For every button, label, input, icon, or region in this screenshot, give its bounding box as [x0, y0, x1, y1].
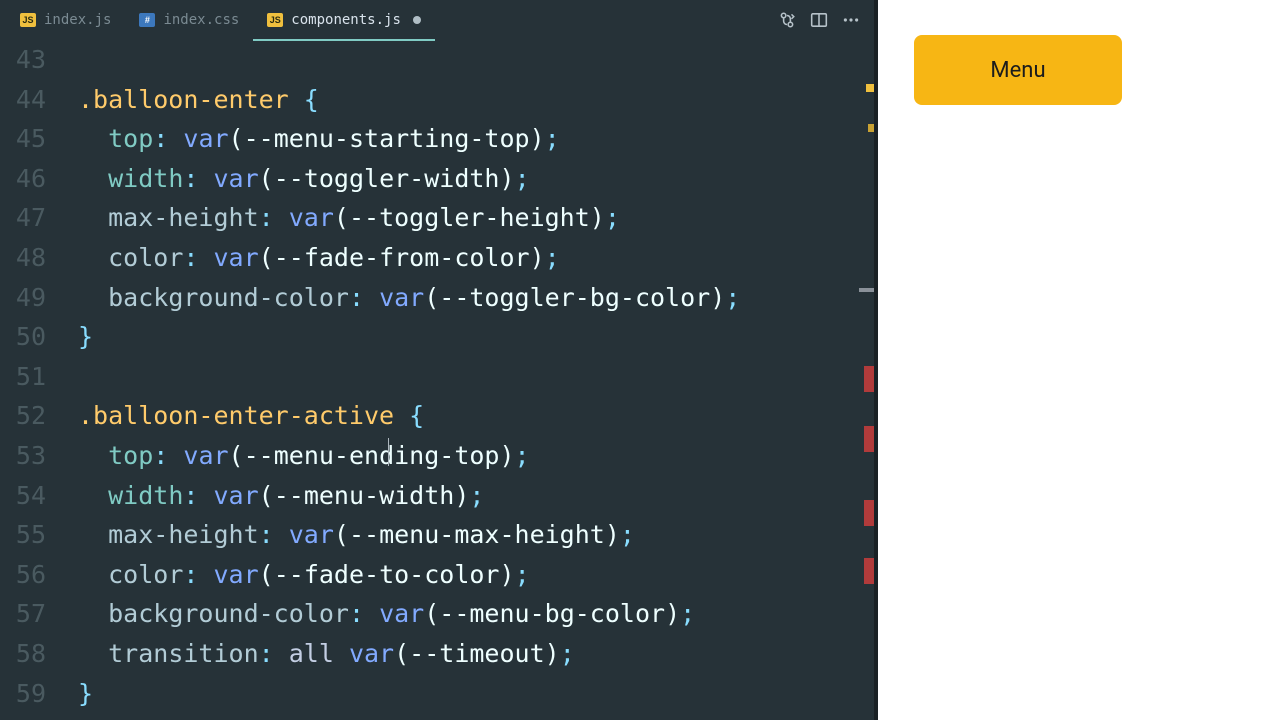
ruler-error-marker [864, 558, 874, 584]
code-editor[interactable]: 434445464748495051525354555657585960 .ba… [0, 40, 878, 720]
editor-pane: JS index.js # index.css JS components.js [0, 0, 878, 720]
css-icon: # [139, 13, 155, 27]
tab-index-css[interactable]: # index.css [125, 0, 253, 40]
tab-label: index.js [44, 12, 111, 28]
ruler-cursor-marker [859, 288, 875, 292]
compare-changes-icon[interactable] [778, 11, 796, 29]
ruler-error-marker [864, 426, 874, 452]
ruler-warning-marker [866, 84, 874, 92]
tab-index-js[interactable]: JS index.js [6, 0, 125, 40]
more-actions-icon[interactable] [842, 11, 860, 29]
app-preview-pane: Menu [878, 0, 1280, 720]
js-icon: JS [20, 13, 36, 27]
tab-label: components.js [291, 12, 401, 28]
unsaved-dot-icon [413, 16, 421, 24]
menu-toggle-button[interactable]: Menu [914, 35, 1122, 105]
tab-bar: JS index.js # index.css JS components.js [0, 0, 878, 40]
split-editor-icon[interactable] [810, 11, 828, 29]
js-icon: JS [267, 13, 283, 27]
ruler-error-marker [864, 366, 874, 392]
code-lines[interactable]: .balloon-enter { top: var(--menu-startin… [78, 40, 850, 720]
ruler-error-marker [864, 500, 874, 526]
text-caret [388, 438, 389, 466]
tabbar-actions [778, 11, 878, 29]
overview-ruler[interactable] [860, 40, 874, 720]
line-number-gutter: 434445464748495051525354555657585960 [0, 40, 58, 720]
tab-label: index.css [163, 12, 239, 28]
tab-components-js[interactable]: JS components.js [253, 0, 435, 40]
